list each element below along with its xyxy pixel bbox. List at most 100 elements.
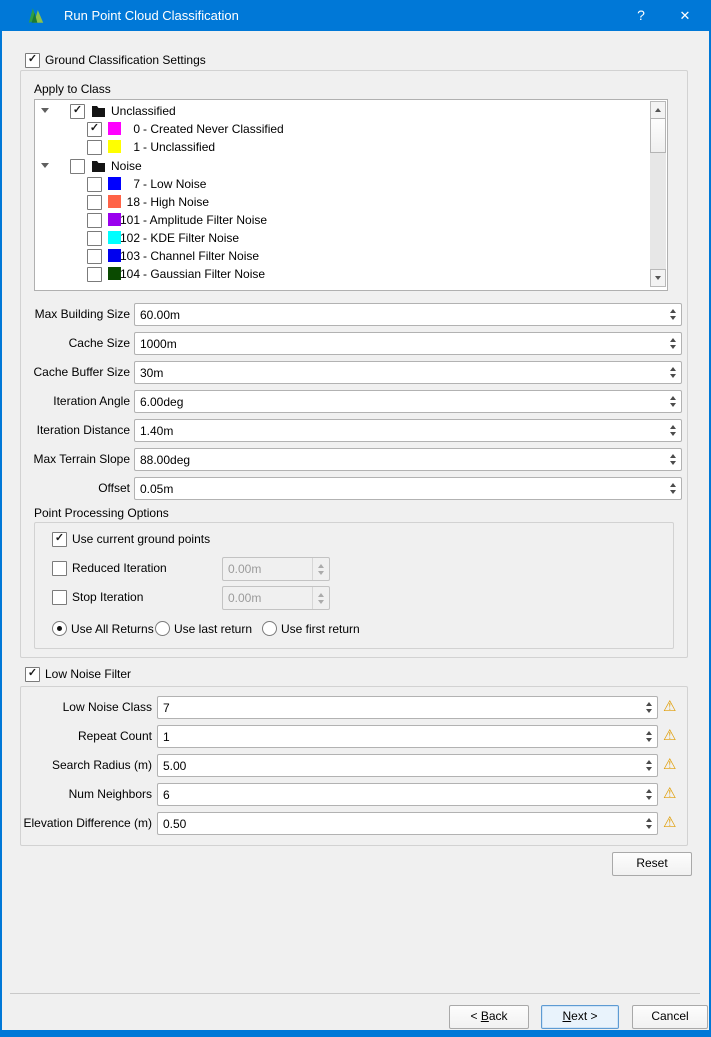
offset-spinbox[interactable]: 0.05m xyxy=(134,477,682,500)
class-name: Channel Filter Noise xyxy=(143,249,259,263)
class-number: 0 xyxy=(119,122,140,136)
spinner-buttons[interactable] xyxy=(641,813,657,834)
window-border-bottom xyxy=(0,1030,711,1037)
spinner-buttons[interactable] xyxy=(665,420,681,441)
class-number: 103 xyxy=(119,249,140,263)
folder-icon xyxy=(92,105,105,120)
scroll-down-button[interactable] xyxy=(650,269,666,287)
checkbox[interactable]: ✓ xyxy=(70,104,85,119)
tree-row-class-0[interactable]: ✓ 0 Created Never Classified xyxy=(35,120,645,138)
tree-row-class-102[interactable]: ✓ 102 KDE Filter Noise xyxy=(35,229,645,247)
checkbox[interactable]: ✓ xyxy=(87,231,102,246)
cache-size-spinbox[interactable]: 1000m xyxy=(134,332,682,355)
use-current-ground-points-checkbox[interactable]: ✓ xyxy=(52,532,67,547)
repeat-count-spinbox[interactable]: 1 xyxy=(157,725,658,748)
spinner-buttons[interactable] xyxy=(665,362,681,383)
radio-use-all-returns[interactable] xyxy=(52,621,67,636)
scroll-up-button[interactable] xyxy=(650,101,666,119)
cancel-button[interactable]: Cancel xyxy=(632,1005,708,1029)
scrollbar-thumb[interactable] xyxy=(650,118,666,153)
checkbox[interactable]: ✓ xyxy=(87,122,102,137)
warning-icon: ⚠ xyxy=(663,699,676,714)
stop-iteration-label: Stop Iteration xyxy=(72,590,143,604)
use-current-ground-points-label: Use current ground points xyxy=(72,532,210,546)
ground-settings-checkbox[interactable]: ✓ xyxy=(25,53,40,68)
checkbox[interactable]: ✓ xyxy=(87,140,102,155)
tree-group-label: Noise xyxy=(111,159,142,173)
spinner-buttons[interactable] xyxy=(641,755,657,776)
reset-button[interactable]: Reset xyxy=(612,852,692,876)
checkbox[interactable]: ✓ xyxy=(87,195,102,210)
elevation-difference-label: Elevation Difference (m) xyxy=(20,816,152,830)
window-border-left xyxy=(0,31,2,1030)
max-terrain-slope-label: Max Terrain Slope xyxy=(20,452,130,466)
help-button[interactable]: ? xyxy=(624,0,658,31)
search-radius-spinbox[interactable]: 5.00 xyxy=(157,754,658,777)
num-neighbors-spinbox[interactable]: 6 xyxy=(157,783,658,806)
class-number: 7 xyxy=(119,177,140,191)
low-noise-filter-label: Low Noise Filter xyxy=(45,667,131,681)
spinner-buttons[interactable] xyxy=(665,304,681,325)
class-name: High Noise xyxy=(143,195,209,209)
spinner-buttons[interactable] xyxy=(641,726,657,747)
low-noise-filter-checkbox[interactable]: ✓ xyxy=(25,667,40,682)
spinner-buttons xyxy=(312,558,329,580)
class-number: 1 xyxy=(119,140,140,154)
reduced-iteration-spinbox: 0.00m xyxy=(222,557,330,581)
radio-use-first-return[interactable] xyxy=(262,621,277,636)
spinner-buttons[interactable] xyxy=(665,333,681,354)
tree-row-class-1[interactable]: ✓ 1 Unclassified xyxy=(35,138,645,156)
window-title: Run Point Cloud Classification xyxy=(64,0,239,31)
iteration-distance-spinbox[interactable]: 1.40m xyxy=(134,419,682,442)
class-name: KDE Filter Noise xyxy=(143,231,239,245)
checkbox[interactable]: ✓ xyxy=(87,213,102,228)
tree-row-class-103[interactable]: ✓ 103 Channel Filter Noise xyxy=(35,247,645,265)
class-name: Low Noise xyxy=(143,177,206,191)
iteration-angle-spinbox[interactable]: 6.00deg xyxy=(134,390,682,413)
reduced-iteration-checkbox[interactable]: ✓ xyxy=(52,561,67,576)
class-number: 102 xyxy=(119,231,140,245)
close-button[interactable]: ✕ xyxy=(668,0,702,31)
checkbox[interactable]: ✓ xyxy=(87,249,102,264)
cache-size-label: Cache Size xyxy=(20,336,130,350)
tree-row-noise-group[interactable]: ✓ Noise xyxy=(35,157,645,175)
tree-row-class-7[interactable]: ✓ 7 Low Noise xyxy=(35,175,645,193)
radio-use-last-return[interactable] xyxy=(155,621,170,636)
checkbox[interactable]: ✓ xyxy=(87,267,102,282)
max-building-size-spinbox[interactable]: 60.00m xyxy=(134,303,682,326)
max-terrain-slope-spinbox[interactable]: 88.00deg xyxy=(134,448,682,471)
tree-row-class-101[interactable]: ✓ 101 Amplitude Filter Noise xyxy=(35,211,645,229)
checkbox[interactable]: ✓ xyxy=(70,159,85,174)
spinner-buttons[interactable] xyxy=(641,697,657,718)
class-number: 101 xyxy=(119,213,140,227)
titlebar: Run Point Cloud Classification ? ✕ xyxy=(0,0,711,31)
chevron-down-icon[interactable] xyxy=(41,163,49,168)
use-all-returns-label: Use All Returns xyxy=(71,622,154,636)
stop-iteration-spinbox: 0.00m xyxy=(222,586,330,610)
tree-scrollbar[interactable] xyxy=(650,101,666,287)
bottom-separator xyxy=(10,993,700,994)
low-noise-class-spinbox[interactable]: 7 xyxy=(157,696,658,719)
cache-buffer-size-spinbox[interactable]: 30m xyxy=(134,361,682,384)
spinner-buttons[interactable] xyxy=(665,449,681,470)
low-noise-class-label: Low Noise Class xyxy=(20,700,152,714)
chevron-down-icon[interactable] xyxy=(41,108,49,113)
elevation-difference-spinbox[interactable]: 0.50 xyxy=(157,812,658,835)
spinner-buttons[interactable] xyxy=(665,391,681,412)
checkbox[interactable]: ✓ xyxy=(87,177,102,192)
tree-row-class-18[interactable]: ✓ 18 High Noise xyxy=(35,193,645,211)
point-processing-title: Point Processing Options xyxy=(34,506,169,520)
apply-to-class-label: Apply to Class xyxy=(34,82,111,96)
class-name: Gaussian Filter Noise xyxy=(143,267,265,281)
spinner-buttons[interactable] xyxy=(641,784,657,805)
tree-row-unclassified-group[interactable]: ✓ Unclassified xyxy=(35,102,645,120)
offset-label: Offset xyxy=(20,481,130,495)
warning-icon: ⚠ xyxy=(663,757,676,772)
back-button[interactable]: < Back xyxy=(449,1005,529,1029)
stop-iteration-checkbox[interactable]: ✓ xyxy=(52,590,67,605)
tree-row-class-104[interactable]: ✓ 104 Gaussian Filter Noise xyxy=(35,265,645,283)
max-building-size-label: Max Building Size xyxy=(20,307,130,321)
spinner-buttons[interactable] xyxy=(665,478,681,499)
next-button[interactable]: Next > xyxy=(541,1005,619,1029)
num-neighbors-label: Num Neighbors xyxy=(20,787,152,801)
